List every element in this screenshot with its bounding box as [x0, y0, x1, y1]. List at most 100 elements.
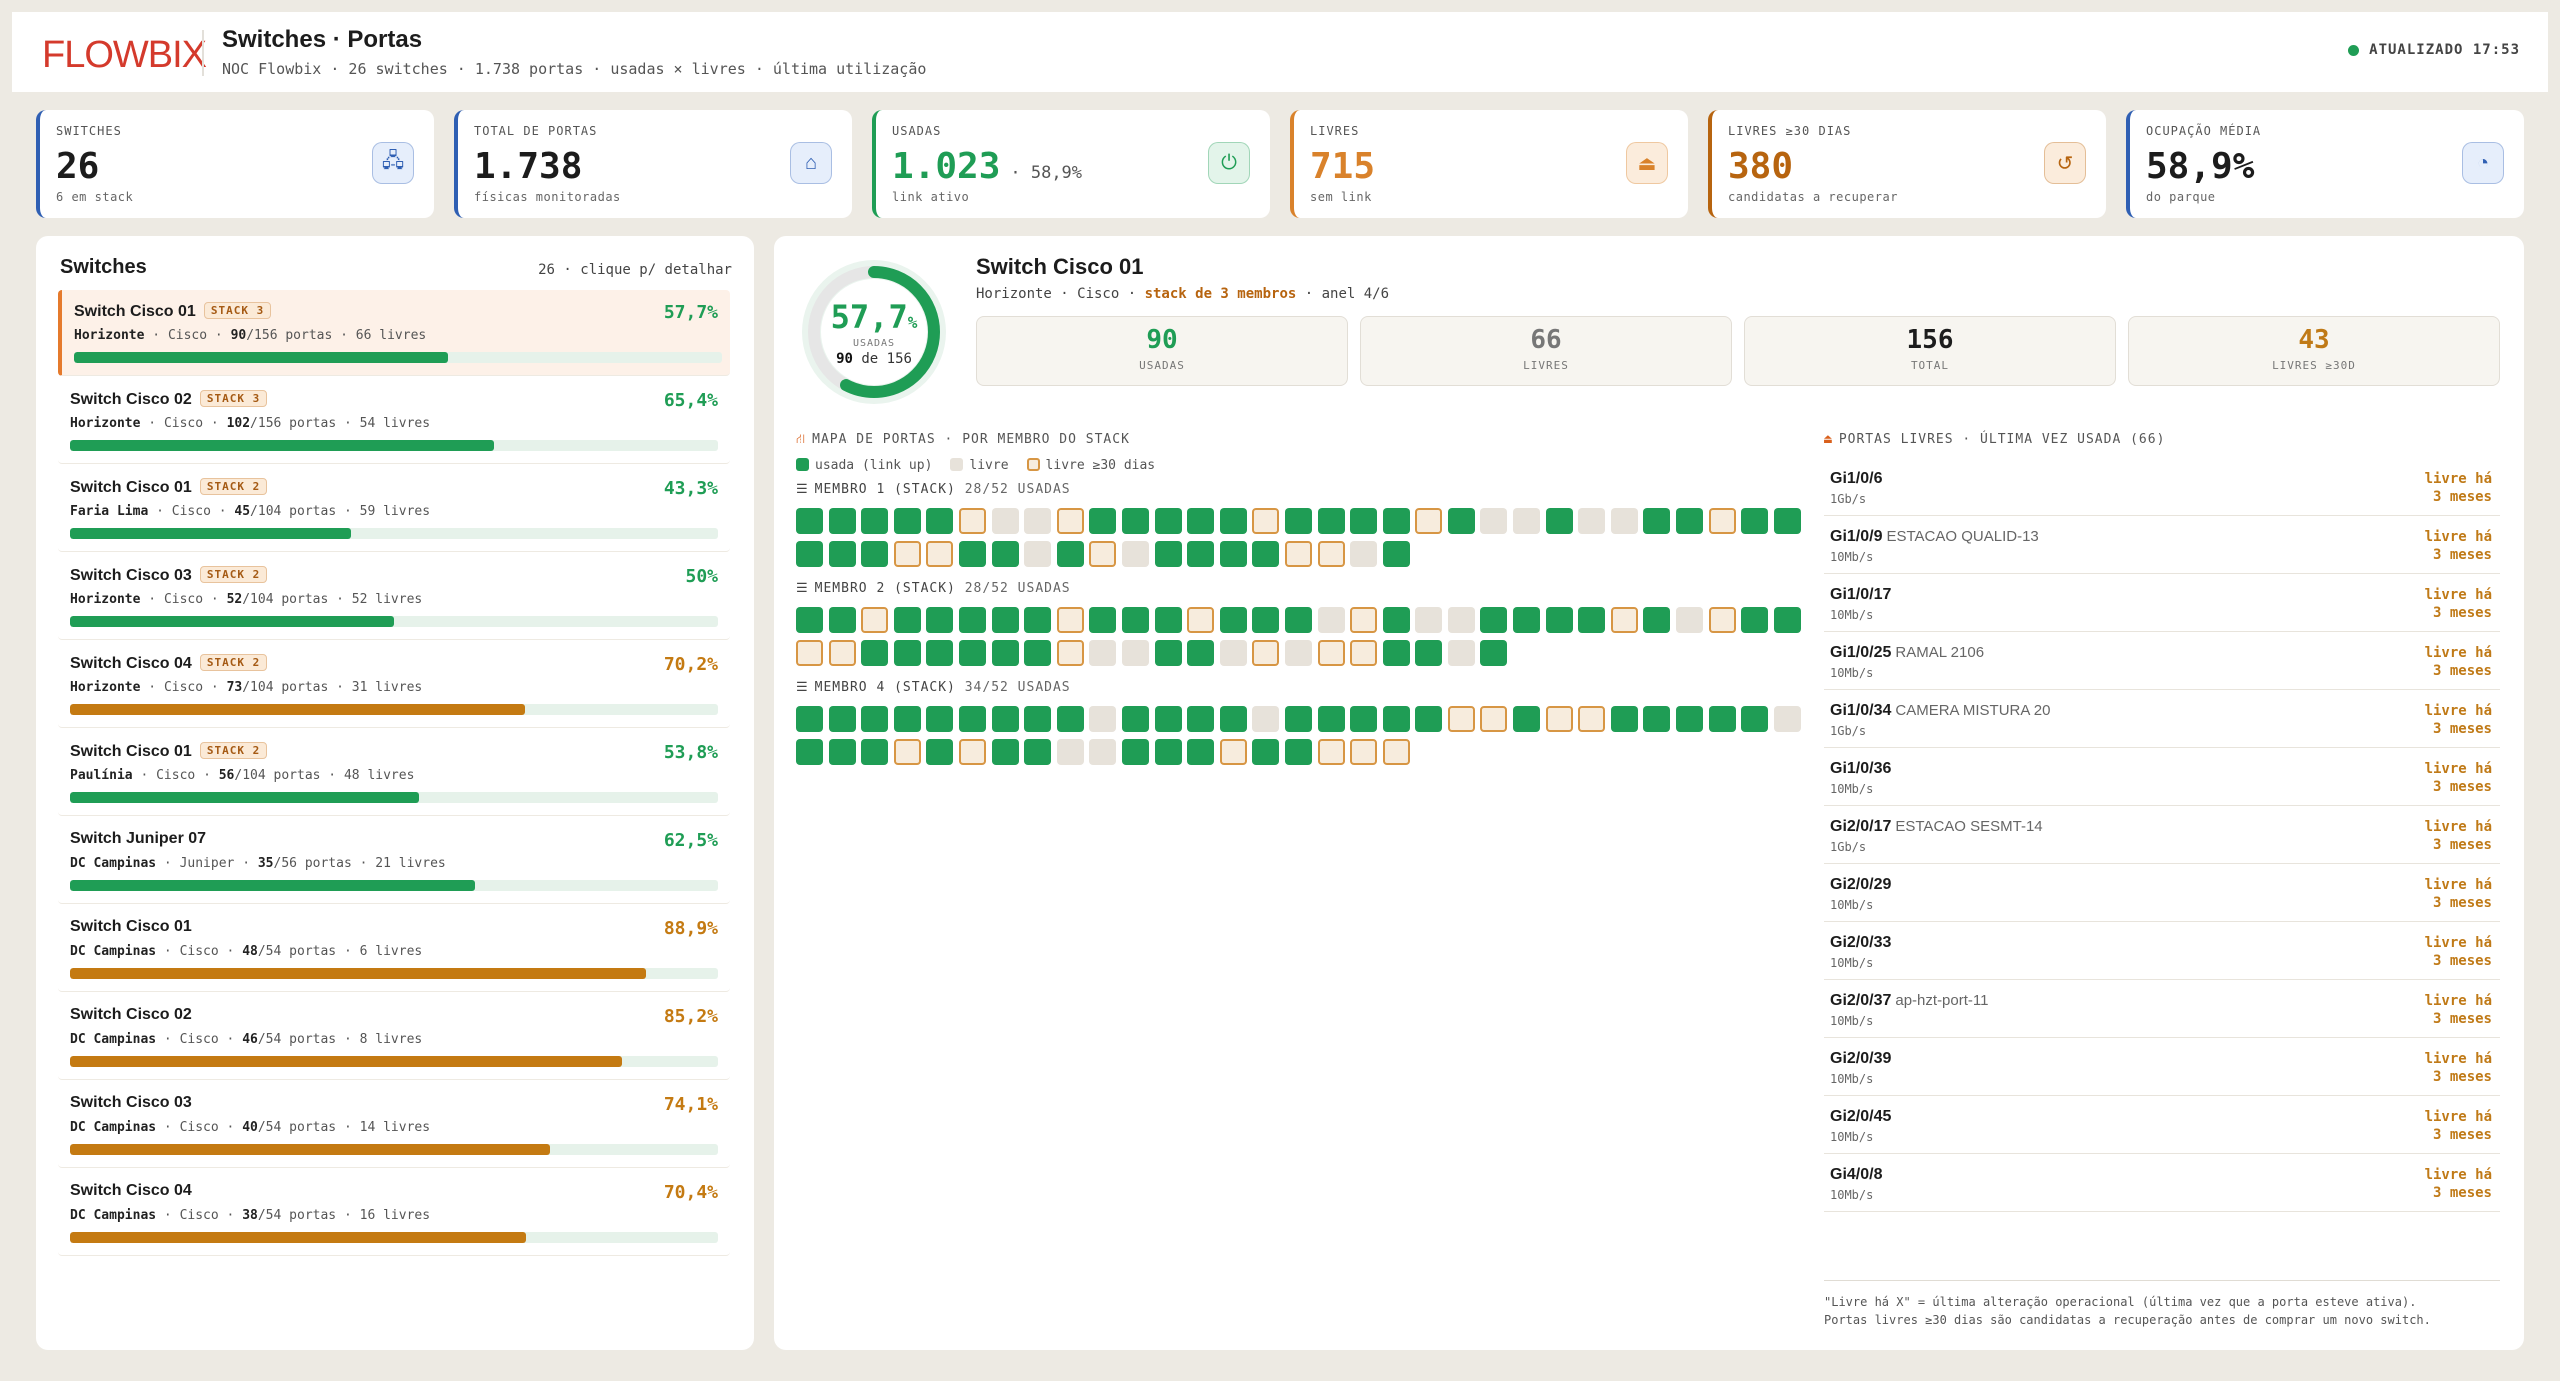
port-free[interactable]: [1610, 508, 1638, 534]
port-used[interactable]: [796, 607, 823, 633]
port-old[interactable]: [796, 640, 823, 666]
port-free[interactable]: [1089, 739, 1117, 765]
port-used[interactable]: [861, 739, 889, 765]
port-used[interactable]: [1284, 739, 1312, 765]
port-old[interactable]: [926, 541, 954, 567]
free-port-row[interactable]: Gi1/0/6 1Gb/s livre há 3 meses: [1824, 458, 2500, 516]
port-used[interactable]: [1415, 640, 1443, 666]
port-used[interactable]: [1056, 706, 1084, 732]
port-used[interactable]: [1382, 541, 1410, 567]
port-used[interactable]: [958, 607, 986, 633]
port-used[interactable]: [1154, 508, 1182, 534]
port-old[interactable]: [1317, 640, 1345, 666]
port-used[interactable]: [796, 739, 823, 765]
port-used[interactable]: [991, 541, 1019, 567]
port-used[interactable]: [1252, 739, 1280, 765]
port-free[interactable]: [1024, 508, 1052, 534]
port-old[interactable]: [1480, 706, 1508, 732]
port-used[interactable]: [1317, 508, 1345, 534]
port-used[interactable]: [861, 508, 889, 534]
port-used[interactable]: [893, 640, 921, 666]
port-old[interactable]: [1317, 541, 1345, 567]
free-port-row[interactable]: Gi2/0/29 10Mb/s livre há 3 meses: [1824, 864, 2500, 922]
port-used[interactable]: [1219, 706, 1247, 732]
port-free[interactable]: [1480, 508, 1508, 534]
port-free[interactable]: [1121, 541, 1149, 567]
port-used[interactable]: [926, 508, 954, 534]
free-port-row[interactable]: Gi1/0/17 10Mb/s livre há 3 meses: [1824, 574, 2500, 632]
free-port-row[interactable]: Gi2/0/33 10Mb/s livre há 3 meses: [1824, 922, 2500, 980]
port-used[interactable]: [828, 541, 856, 567]
port-old[interactable]: [1252, 640, 1280, 666]
port-used[interactable]: [828, 607, 856, 633]
port-used[interactable]: [1773, 607, 1801, 633]
port-used[interactable]: [1741, 607, 1769, 633]
port-used[interactable]: [1154, 640, 1182, 666]
port-used[interactable]: [1187, 739, 1215, 765]
port-old[interactable]: [1708, 508, 1736, 534]
switch-list-item[interactable]: Switch Cisco 02 STACK 3 Horizonte · Cisco …: [58, 378, 730, 464]
port-old[interactable]: [1708, 607, 1736, 633]
free-port-row[interactable]: Gi1/0/9 ESTACAO QUALID-13 10Mb/s livre há 3 …: [1824, 516, 2500, 574]
port-used[interactable]: [1121, 508, 1149, 534]
port-used[interactable]: [1382, 508, 1410, 534]
switch-list-item[interactable]: Switch Cisco 02 DC Campinas · Cisco · 46/…: [58, 994, 730, 1080]
port-old[interactable]: [1056, 508, 1084, 534]
port-used[interactable]: [1513, 607, 1541, 633]
port-used[interactable]: [861, 640, 889, 666]
port-used[interactable]: [1480, 640, 1508, 666]
port-used[interactable]: [926, 706, 954, 732]
port-used[interactable]: [1545, 607, 1573, 633]
free-port-row[interactable]: Gi2/0/17 ESTACAO SESMT-14 1Gb/s livre há 3 m…: [1824, 806, 2500, 864]
port-used[interactable]: [1741, 706, 1769, 732]
port-used[interactable]: [1643, 706, 1671, 732]
port-used[interactable]: [1154, 706, 1182, 732]
port-used[interactable]: [1773, 508, 1801, 534]
port-used[interactable]: [1284, 706, 1312, 732]
switch-list-item[interactable]: Switch Cisco 03 STACK 2 Horizonte · Cisco …: [58, 554, 730, 640]
port-used[interactable]: [1382, 640, 1410, 666]
port-old[interactable]: [1284, 541, 1312, 567]
port-free[interactable]: [1513, 508, 1541, 534]
port-free[interactable]: [1773, 706, 1801, 732]
port-used[interactable]: [1252, 607, 1280, 633]
port-free[interactable]: [1350, 541, 1378, 567]
switch-list-item[interactable]: Switch Cisco 03 DC Campinas · Cisco · 40/…: [58, 1082, 730, 1168]
switch-list-item[interactable]: Switch Juniper 07 DC Campinas · Juniper ·…: [58, 818, 730, 904]
port-used[interactable]: [926, 640, 954, 666]
port-used[interactable]: [1219, 607, 1247, 633]
switch-list-item[interactable]: Switch Cisco 01 DC Campinas · Cisco · 48/…: [58, 906, 730, 992]
port-used[interactable]: [1187, 640, 1215, 666]
port-old[interactable]: [893, 739, 921, 765]
port-used[interactable]: [1578, 607, 1606, 633]
free-port-row[interactable]: Gi4/0/8 10Mb/s livre há 3 meses: [1824, 1154, 2500, 1212]
port-old[interactable]: [1350, 640, 1378, 666]
port-old[interactable]: [1056, 607, 1084, 633]
flowbix-logo[interactable]: FLOWBIX: [42, 34, 207, 77]
port-used[interactable]: [1121, 706, 1149, 732]
port-used[interactable]: [1350, 508, 1378, 534]
port-old[interactable]: [1578, 706, 1606, 732]
port-old[interactable]: [1187, 607, 1215, 633]
port-used[interactable]: [1154, 739, 1182, 765]
port-old[interactable]: [1089, 541, 1117, 567]
port-free[interactable]: [1219, 640, 1247, 666]
port-used[interactable]: [1024, 706, 1052, 732]
free-port-row[interactable]: Gi1/0/34 CAMERA MISTURA 20 1Gb/s livre há 3 …: [1824, 690, 2500, 748]
port-used[interactable]: [926, 739, 954, 765]
port-old[interactable]: [1447, 706, 1475, 732]
port-used[interactable]: [1382, 607, 1410, 633]
port-used[interactable]: [1219, 541, 1247, 567]
port-free[interactable]: [1676, 607, 1704, 633]
port-used[interactable]: [1024, 607, 1052, 633]
free-port-row[interactable]: Gi2/0/45 10Mb/s livre há 3 meses: [1824, 1096, 2500, 1154]
port-used[interactable]: [926, 607, 954, 633]
port-used[interactable]: [1643, 607, 1671, 633]
free-port-row[interactable]: Gi1/0/25 RAMAL 2106 10Mb/s livre há 3 meses: [1824, 632, 2500, 690]
port-used[interactable]: [1676, 508, 1704, 534]
port-old[interactable]: [1415, 508, 1443, 534]
port-old[interactable]: [1056, 640, 1084, 666]
port-free[interactable]: [1089, 640, 1117, 666]
port-used[interactable]: [1513, 706, 1541, 732]
port-used[interactable]: [1317, 706, 1345, 732]
